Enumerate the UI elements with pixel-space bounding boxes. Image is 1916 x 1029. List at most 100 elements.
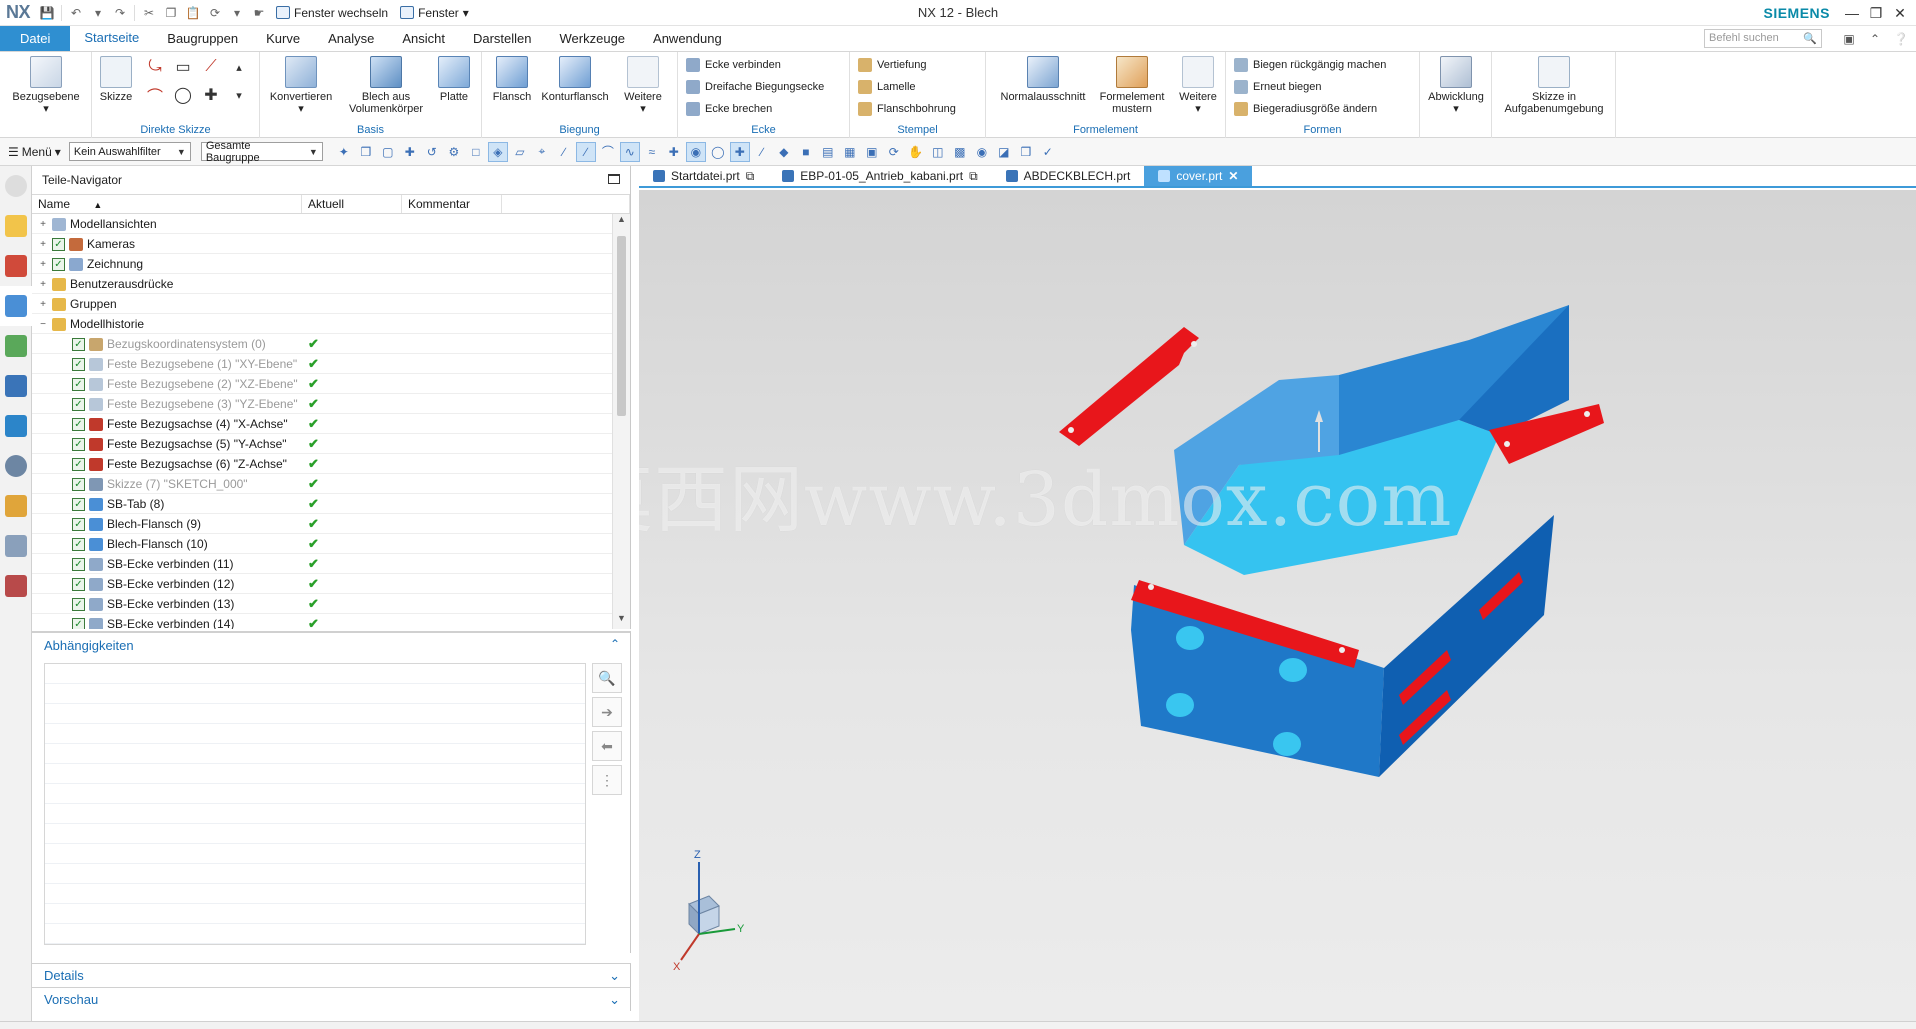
tree-row[interactable]: ✓ SB-Ecke verbinden (12) ✔ (32, 574, 612, 594)
expand-icon[interactable]: + (38, 219, 48, 230)
flanschbohrung-button[interactable]: Flanschbohrung (858, 100, 956, 118)
tab-darstellen[interactable]: Darstellen (459, 26, 546, 51)
process-studio-tab[interactable] (0, 486, 32, 526)
solid-body-icon[interactable]: ■ (796, 142, 816, 162)
popout-icon[interactable]: ⧉ (969, 169, 978, 184)
doc-tab-abdeckblech[interactable]: ABDECKBLECH.prt (992, 166, 1145, 186)
ecke-verbinden-button[interactable]: Ecke verbinden (686, 56, 781, 74)
visibility-checkbox[interactable]: ✓ (72, 417, 85, 431)
repeat-dropdown-icon[interactable]: ▾ (226, 3, 248, 23)
hd3d-tab[interactable] (0, 366, 32, 406)
add-selection-icon[interactable]: ✚ (400, 142, 420, 162)
line-icon[interactable]: ⟋ (200, 56, 222, 78)
preview-panel-header[interactable]: Vorschau ⌄ (32, 987, 631, 1011)
graphics-window[interactable]: Z Y X 莫西网www.3dmox.com (639, 190, 1916, 1021)
blech-aus-volumenkoerper-button[interactable]: Blech aus Volumenkörper (346, 56, 426, 115)
visibility-checkbox[interactable]: ✓ (72, 377, 85, 391)
visibility-checkbox[interactable]: ✓ (72, 397, 85, 411)
history-tab[interactable] (0, 446, 32, 486)
navigator-scrollbar[interactable]: ▲ ▼ (612, 214, 630, 629)
tab-werkzeuge[interactable]: Werkzeuge (546, 26, 640, 51)
details-panel-header[interactable]: Details ⌄ (32, 963, 631, 987)
tree-row[interactable]: + Modellansichten (32, 214, 612, 234)
component-selection-icon[interactable]: ⚙ (444, 142, 464, 162)
cross-snap-icon[interactable]: ✚ (729, 141, 750, 162)
scroll-up-icon[interactable]: ▲ (613, 214, 630, 230)
close-icon[interactable]: ✕ (1228, 169, 1238, 183)
biegen-rueckgaengig-button[interactable]: Biegen rückgängig machen (1234, 56, 1386, 74)
curve-select-icon[interactable]: ∕ (554, 142, 574, 162)
fit-view-icon[interactable]: ▦ (840, 142, 860, 162)
visibility-checkbox[interactable]: ✓ (72, 477, 85, 491)
line-select-icon[interactable]: ∕ (575, 141, 596, 162)
konturflansch-button[interactable]: Konturflansch (538, 56, 612, 103)
visibility-checkbox[interactable]: ✓ (72, 337, 85, 351)
tree-row[interactable]: ✓ SB-Ecke verbinden (13) ✔ (32, 594, 612, 614)
visibility-checkbox[interactable]: ✓ (72, 497, 85, 511)
tree-row[interactable]: ✓ Feste Bezugsachse (4) "X-Achse" ✔ (32, 414, 612, 434)
render-style-icon[interactable]: ▩ (950, 142, 970, 162)
command-search-input[interactable]: Befehl suchen 🔍 (1704, 29, 1822, 48)
select-all-icon[interactable]: ❒ (356, 142, 376, 162)
visibility-checkbox[interactable]: ✓ (72, 597, 85, 611)
center-snap-icon[interactable]: ◉ (685, 141, 706, 162)
window-layout-icon[interactable]: ▣ (1840, 30, 1858, 48)
popout-icon[interactable]: ⧉ (746, 169, 755, 184)
erneut-biegen-button[interactable]: Erneut biegen (1234, 78, 1322, 96)
sheet-metal-model[interactable]: Z Y X (639, 190, 1916, 1021)
collapse-icon[interactable]: − (38, 319, 48, 330)
tree-row[interactable]: ✓ Blech-Flansch (10) ✔ (32, 534, 612, 554)
undo-icon[interactable]: ↶ (65, 3, 87, 23)
tree-row[interactable]: ✓ Skizze (7) "SKETCH_000" ✔ (32, 474, 612, 494)
orient-view-icon[interactable]: ◫ (928, 142, 948, 162)
copy-icon[interactable]: ❐ (160, 3, 182, 23)
reuse-library-tab[interactable] (0, 326, 32, 366)
scroll-thumb[interactable] (617, 236, 626, 416)
help-icon[interactable]: ❔ (1892, 30, 1910, 48)
options-icon[interactable]: ⋮ (592, 765, 622, 795)
tree-row[interactable]: ✓ Feste Bezugsachse (5) "Y-Achse" ✔ (32, 434, 612, 454)
doc-tab-cover[interactable]: cover.prt ✕ (1144, 166, 1253, 186)
bezugsebene-button[interactable]: Bezugsebene ▾ (6, 56, 86, 115)
body-select-icon[interactable]: ▱ (510, 142, 530, 162)
dependencies-header[interactable]: Abhängigkeiten ⌃ (32, 633, 630, 657)
vertiefung-button[interactable]: Vertiefung (858, 56, 927, 74)
normalausschnitt-button[interactable]: Normalausschnitt (996, 56, 1090, 103)
arc-icon[interactable]: ⌒ (144, 84, 166, 106)
minimize-icon[interactable]: — (1840, 2, 1864, 24)
profile-icon[interactable]: ⤿ (144, 56, 166, 78)
arrow-left-icon[interactable]: ⬅ (592, 731, 622, 761)
quadrant-snap-icon[interactable]: ◯ (708, 142, 728, 162)
tab-ansicht[interactable]: Ansicht (388, 26, 459, 51)
tree-row[interactable]: − Modellhistorie (32, 314, 612, 334)
doc-tab-ebp[interactable]: EBP-01-05_Antrieb_kabani.prt ⧉ (768, 166, 991, 186)
doc-tab-startdatei[interactable]: Startdatei.prt ⧉ (639, 166, 768, 186)
skizze-button[interactable]: Skizze (96, 56, 136, 103)
more-sketch-icon[interactable]: ▾ (228, 84, 250, 106)
menu-button[interactable]: ☰ Menü ▾ (0, 145, 69, 159)
intersection-snap-icon[interactable]: ✚ (664, 142, 684, 162)
surface-snap-icon[interactable]: ◆ (774, 142, 794, 162)
arc-snap-icon[interactable]: ⌒ (598, 142, 618, 162)
manufacturing-wizards-tab[interactable] (0, 526, 32, 566)
collapse-ribbon-icon[interactable]: ⌃ (1866, 30, 1884, 48)
scroll-down-icon[interactable]: ▼ (613, 613, 630, 629)
tangent-snap-icon[interactable]: ∕ (752, 142, 772, 162)
tree-row[interactable]: ✓ Feste Bezugsebene (1) "XY-Ebene" ✔ (32, 354, 612, 374)
visibility-checkbox[interactable]: ✓ (72, 557, 85, 571)
maximize-icon[interactable] (608, 174, 620, 184)
tree-row[interactable]: ✓ Feste Bezugsachse (6) "Z-Achse" ✔ (32, 454, 612, 474)
tab-anwendung[interactable]: Anwendung (639, 26, 736, 51)
cut-icon[interactable]: ✂ (138, 3, 160, 23)
tree-row[interactable]: ✓ Feste Bezugsebene (3) "YZ-Ebene" ✔ (32, 394, 612, 414)
expand-icon[interactable]: + (38, 259, 48, 270)
palette-tab[interactable] (0, 566, 32, 606)
selection-filter-dropdown[interactable]: Kein Auswahlfilter ▼ (68, 142, 191, 161)
tab-baugruppen[interactable]: Baugruppen (153, 26, 252, 51)
tab-datei[interactable]: Datei (0, 26, 71, 51)
visibility-checkbox[interactable]: ✓ (72, 537, 85, 551)
tab-startseite[interactable]: Startseite (70, 26, 154, 51)
window-switch-button[interactable]: Fenster wechseln (270, 6, 394, 20)
weitere-biegung-button[interactable]: Weitere ▾ (618, 56, 668, 115)
undo-dropdown-icon[interactable]: ▾ (87, 3, 109, 23)
